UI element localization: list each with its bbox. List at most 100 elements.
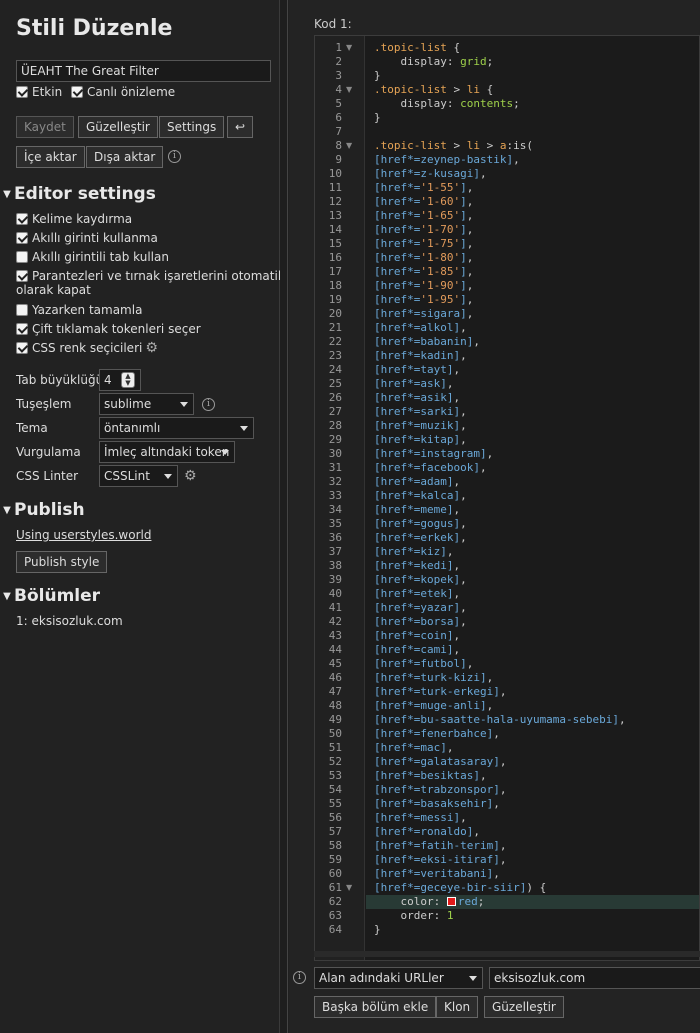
code-line[interactable]: [href*=alkol], (374, 321, 467, 335)
panel-resizer[interactable] (280, 0, 288, 1033)
code-line[interactable]: [href*=kitap], (374, 433, 467, 447)
code-line[interactable]: [href*=fatih-terim], (374, 839, 506, 853)
code-line[interactable]: [href*=kedi], (374, 559, 460, 573)
code-line[interactable]: [href*=besiktas], (374, 769, 487, 783)
code-line[interactable]: [href*=zeynep-bastik], (374, 153, 520, 167)
code-line[interactable]: [href*=galatasaray], (374, 755, 506, 769)
code-line[interactable]: [href*='1-70'], (374, 223, 473, 237)
code-line[interactable]: [href*=etek], (374, 587, 460, 601)
code-line[interactable]: [href*=gogus], (374, 517, 467, 531)
undo-icon[interactable]: ↩ (227, 116, 253, 138)
fold-arrow-icon[interactable]: ▼ (346, 83, 352, 97)
beautify-section-button[interactable]: Güzelleştir (484, 996, 564, 1018)
code-line[interactable]: [href*=kiz], (374, 545, 453, 559)
keymap-info-icon[interactable]: i (202, 398, 215, 411)
enabled-checkbox[interactable]: Etkin (16, 85, 62, 99)
code-line[interactable]: [href*='1-95'], (374, 293, 473, 307)
code-line[interactable]: display: grid; (374, 55, 493, 69)
code-line[interactable]: [href*='1-75'], (374, 237, 473, 251)
code-line[interactable]: [href*=messi], (374, 811, 467, 825)
code-line[interactable]: [href*='1-90'], (374, 279, 473, 293)
linter-select[interactable]: CSSLint (99, 465, 178, 487)
save-button[interactable]: Kaydet (16, 116, 74, 138)
fold-arrow-icon[interactable]: ▼ (346, 41, 352, 55)
import-button[interactable]: İçe aktar (16, 146, 85, 168)
code-line[interactable]: [href*=babanin], (374, 335, 480, 349)
editor-option-checkbox[interactable]: Parantezleri ve tırnak işaretlerini otom… (16, 269, 285, 297)
tab-size-stepper-icon[interactable]: ▲ ▼ (121, 372, 135, 388)
code-line[interactable]: [href*=ask], (374, 377, 453, 391)
info-icon[interactable]: i (168, 150, 181, 163)
add-section-button[interactable]: Başka bölüm ekle (314, 996, 437, 1018)
code-line[interactable]: [href*=cami], (374, 643, 460, 657)
code-line[interactable]: [href*=yazar], (374, 601, 467, 615)
applies-to-value-input[interactable]: eksisozluk.com (489, 967, 700, 989)
code-line[interactable]: [href*=turk-kizi], (374, 671, 493, 685)
editor-option-checkbox[interactable]: CSS renk seçicileri ⚙ (16, 341, 158, 355)
editor-option-checkbox[interactable]: Çift tıklamak tokenleri seçer (16, 322, 201, 336)
code-line[interactable]: [href*='1-80'], (374, 251, 473, 265)
code-line[interactable]: [href*=mac], (374, 741, 453, 755)
code-line[interactable]: [href*=z-kusagi], (374, 167, 487, 181)
fold-arrow-icon[interactable]: ▼ (346, 881, 352, 895)
code-line[interactable]: .topic-list { (374, 41, 460, 55)
code-line[interactable]: [href*=borsa], (374, 615, 467, 629)
theme-select[interactable]: öntanımlı (99, 417, 254, 439)
clone-button[interactable]: Klon (436, 996, 479, 1018)
color-swatch-icon[interactable] (446, 897, 456, 906)
code-line[interactable]: } (374, 111, 381, 125)
code-line[interactable]: [href*=trabzonspor], (374, 783, 506, 797)
code-line[interactable]: [href*=kopek], (374, 573, 467, 587)
fold-arrow-icon[interactable]: ▼ (346, 139, 352, 153)
code-line[interactable]: display: contents; (374, 97, 519, 111)
editor-option-checkbox[interactable]: Akıllı girintili tab kullan (16, 250, 169, 264)
code-line[interactable]: [href*=futbol], (374, 657, 473, 671)
live-preview-checkbox[interactable]: Canlı önizleme (71, 85, 175, 99)
editor-settings-heading[interactable]: ▼ Editor settings (0, 184, 156, 204)
beautify-button[interactable]: Güzelleştir (78, 116, 158, 138)
code-line[interactable]: [href*=tayt], (374, 363, 460, 377)
code-line[interactable]: [href*=muge-anli], (374, 699, 493, 713)
editor-option-checkbox[interactable]: Kelime kaydırma (16, 212, 132, 226)
code-line[interactable]: [href*='1-60'], (374, 195, 473, 209)
applies-to-type-select[interactable]: Alan adındaki URLler (314, 967, 483, 989)
export-button[interactable]: Dışa aktar (86, 146, 164, 168)
code-line[interactable]: color: red; (374, 895, 484, 909)
code-line[interactable]: [href*=ronaldo], (374, 825, 480, 839)
highlight-select[interactable]: İmleç altındaki token (99, 441, 235, 463)
publish-heading[interactable]: ▼ Publish (0, 500, 84, 520)
sections-heading[interactable]: ▼ Bölümler (0, 586, 100, 606)
code-line[interactable]: [href*=sarki], (374, 405, 467, 419)
code-line[interactable]: [href*=facebook], (374, 461, 487, 475)
code-editor[interactable]: 1 ▼ 2 3 4 ▼ 5 6 7 8 ▼ 9 10 11 12 13 14 15 16 17 18 19 20 21 22 23… (314, 35, 700, 961)
code-line[interactable]: .topic-list > li { (374, 83, 493, 97)
publish-style-button[interactable]: Publish style (16, 551, 108, 573)
settings-button[interactable]: Settings (159, 116, 225, 138)
applies-to-info-icon[interactable]: i (293, 971, 306, 984)
keymap-select[interactable]: sublime (99, 393, 194, 415)
linter-gear-icon[interactable]: ⚙ (184, 469, 197, 483)
code-line[interactable]: [href*='1-55'], (374, 181, 473, 195)
code-line[interactable]: [href*=basaksehir], (374, 797, 500, 811)
code-line[interactable]: [href*=asik], (374, 391, 460, 405)
editor-option-checkbox[interactable]: Akıllı girinti kullanma (16, 231, 158, 245)
userstyles-world-link[interactable]: Using userstyles.world (16, 528, 151, 542)
code-line[interactable]: [href*=instagram], (374, 447, 493, 461)
code-line[interactable]: [href*=meme], (374, 503, 460, 517)
code-line[interactable]: [href*=muzik], (374, 419, 467, 433)
editor-option-checkbox[interactable]: Yazarken tamamla (16, 303, 142, 317)
code-line[interactable]: [href*=geceye-bir-siir]) { (374, 881, 546, 895)
code-line[interactable]: [href*=coin], (374, 629, 460, 643)
color-picker-gear-icon[interactable]: ⚙ (145, 341, 158, 355)
code-line[interactable]: [href*=kadin], (374, 349, 467, 363)
code-line[interactable]: } (374, 69, 381, 83)
code-line[interactable]: [href*=erkek], (374, 531, 467, 545)
code-line[interactable]: .topic-list > li > a:is( (374, 139, 533, 153)
code-line[interactable]: [href*=bu-saatte-hala-uyumama-sebebi], (374, 713, 626, 727)
section-item[interactable]: 1: eksisozluk.com (16, 614, 123, 628)
code-line[interactable]: [href*=eksi-itiraf], (374, 853, 506, 867)
code-line[interactable]: [href*=turk-erkegi], (374, 685, 506, 699)
code-line[interactable]: [href*=adam], (374, 475, 460, 489)
code-line[interactable]: [href*='1-85'], (374, 265, 473, 279)
code-line[interactable]: [href*=sigara], (374, 307, 473, 321)
